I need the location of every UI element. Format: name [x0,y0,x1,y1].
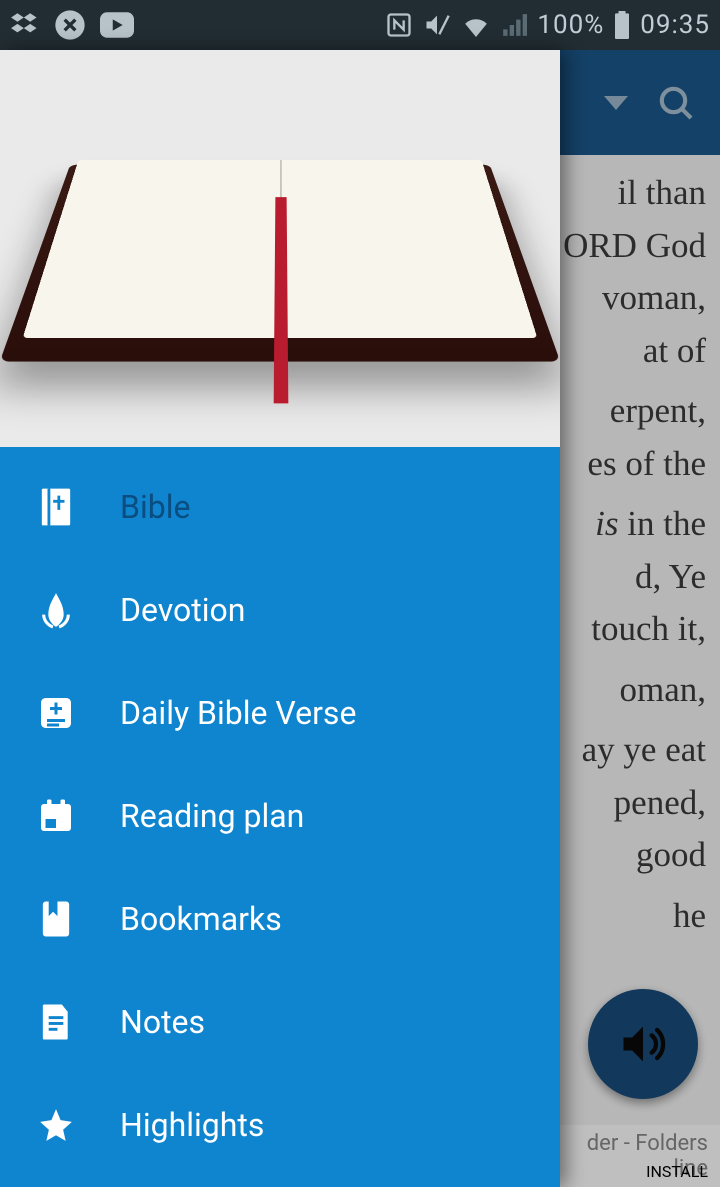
status-left-icons [10,9,134,41]
verse-icon [36,695,76,731]
status-right-icons: 100% 09:35 [385,10,710,40]
nav-drawer: Bible Devotion Daily Bible Verse Reading… [0,50,560,1187]
menu-item-daily-verse[interactable]: Daily Bible Verse [0,661,560,764]
menu-item-devotion[interactable]: Devotion [0,558,560,661]
menu-item-reading-plan[interactable]: Reading plan [0,764,560,867]
drawer-menu: Bible Devotion Daily Bible Verse Reading… [0,447,560,1187]
menu-label: Highlights [120,1106,264,1144]
drawer-header-image [0,50,560,447]
battery-percent: 100% [537,10,604,40]
wifi-icon [461,13,491,37]
bookmark-icon [36,900,76,938]
menu-label: Notes [120,1003,205,1041]
menu-item-notes[interactable]: Notes [0,970,560,1073]
close-circle-icon [54,9,86,41]
note-icon [36,1003,76,1041]
clock-time: 09:35 [640,10,710,40]
menu-item-highlights[interactable]: Highlights [0,1073,560,1176]
dropbox-icon [10,10,40,40]
calendar-icon [36,798,76,834]
battery-icon [614,11,630,39]
star-icon [36,1106,76,1144]
status-bar: 100% 09:35 [0,0,720,50]
menu-label: Devotion [120,591,245,629]
menu-label: Bookmarks [120,900,282,938]
nfc-icon [385,11,413,39]
open-bible-illustration [40,99,520,399]
menu-label: Daily Bible Verse [120,694,356,732]
youtube-icon [100,12,134,38]
menu-item-bible[interactable]: Bible [0,455,560,558]
menu-label: Bible [120,488,190,526]
hands-icon [36,590,76,630]
bible-icon [36,487,76,527]
menu-label: Reading plan [120,797,304,835]
mute-icon [423,11,451,39]
signal-icon [501,12,527,38]
menu-item-bookmarks[interactable]: Bookmarks [0,867,560,970]
